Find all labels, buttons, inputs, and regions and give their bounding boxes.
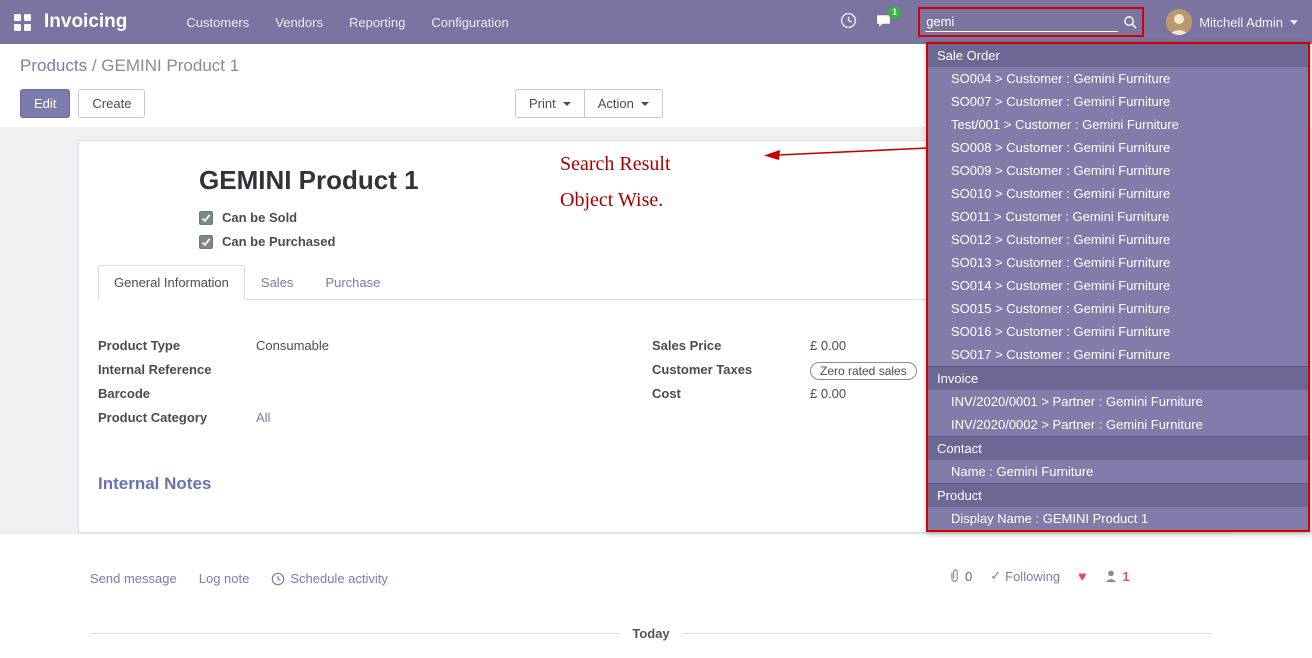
search-result-item[interactable]: Display Name : GEMINI Product 1 [928,507,1308,530]
user-menu[interactable]: Mitchell Admin [1166,9,1298,35]
messages-icon[interactable]: 1 [875,12,892,32]
following-toggle[interactable]: ✓ Following [990,568,1060,584]
customer-taxes-label: Customer Taxes [652,362,810,377]
menu-configuration[interactable]: Configuration [418,2,521,43]
annotation-text: Search Result Object Wise. [560,146,671,218]
search-group-invoice: Invoice [928,366,1308,390]
search-result-item[interactable]: SO015 > Customer : Gemini Furniture [928,297,1308,320]
product-type-value: Consumable [256,338,329,353]
search-result-item[interactable]: Test/001 > Customer : Gemini Furniture [928,113,1308,136]
search-group-product: Product [928,483,1308,507]
search-result-item[interactable]: INV/2020/0001 > Partner : Gemini Furnitu… [928,390,1308,413]
schedule-clock-icon [271,572,285,586]
app-brand[interactable]: Invoicing [44,11,127,33]
search-icon[interactable] [1123,15,1138,30]
user-avatar [1166,9,1192,35]
followers-count-button[interactable]: 1 [1104,569,1129,584]
sales-price-value: £ 0.00 [810,338,846,353]
cost-label: Cost [652,386,810,401]
activities-clock-icon[interactable] [840,12,857,32]
paperclip-icon [948,569,961,583]
search-group-sale-order: Sale Order [928,44,1308,67]
internal-reference-row: Internal Reference [98,362,652,381]
tab-purchase[interactable]: Purchase [309,265,396,300]
search-result-item[interactable]: SO008 > Customer : Gemini Furniture [928,136,1308,159]
search-input[interactable] [925,12,1118,32]
search-result-item[interactable]: SO017 > Customer : Gemini Furniture [928,343,1308,366]
heart-icon[interactable]: ♥ [1078,568,1086,584]
check-icon: ✓ [990,568,1001,584]
menu-vendors[interactable]: Vendors [262,2,336,43]
user-menu-caret-icon [1290,20,1298,25]
can-be-purchased-checkbox[interactable] [199,235,213,249]
attachments-button[interactable]: 0 [948,569,972,584]
send-message-link[interactable]: Send message [90,571,177,586]
barcode-label: Barcode [98,386,256,401]
search-result-item[interactable]: SO016 > Customer : Gemini Furniture [928,320,1308,343]
form-buttons: Edit Create [20,89,145,118]
action-button[interactable]: Action [584,89,663,118]
can-be-sold-label: Can be Sold [222,210,297,225]
create-button[interactable]: Create [78,89,145,118]
search-result-item[interactable]: SO009 > Customer : Gemini Furniture [928,159,1308,182]
action-caret-icon [641,102,649,106]
search-result-item[interactable]: SO007 > Customer : Gemini Furniture [928,90,1308,113]
search-result-item[interactable]: SO011 > Customer : Gemini Furniture [928,205,1308,228]
print-action-group: Print Action [515,89,663,118]
can-be-sold-checkbox[interactable] [199,211,213,225]
search-result-item[interactable]: SO004 > Customer : Gemini Furniture [928,67,1308,90]
edit-button[interactable]: Edit [20,89,70,118]
attachment-count: 0 [965,569,972,584]
product-category-row: Product Category All [98,410,652,429]
breadcrumb-separator: / [87,56,101,75]
product-type-label: Product Type [98,338,256,353]
today-label: Today [620,626,681,641]
customer-taxes-badge[interactable]: Zero rated sales [810,362,917,380]
schedule-activity-link[interactable]: Schedule activity [271,571,388,586]
menu-reporting[interactable]: Reporting [336,2,418,43]
chatter-actions: Send message Log note Schedule activity [90,571,388,586]
search-group-contact: Contact [928,436,1308,460]
product-type-row: Product Type Consumable [98,338,652,357]
global-search-box [918,7,1144,37]
print-button[interactable]: Print [515,89,585,118]
search-result-item[interactable]: SO010 > Customer : Gemini Furniture [928,182,1308,205]
annotation-line-2: Object Wise. [560,182,671,218]
search-results-dropdown: Sale Order SO004 > Customer : Gemini Fur… [926,42,1310,532]
chatter-followers: 0 ✓ Following ♥ 1 [948,568,1130,584]
sales-price-label: Sales Price [652,338,810,353]
log-note-link[interactable]: Log note [199,571,250,586]
left-field-column: Product Type Consumable Internal Referen… [98,338,652,434]
messages-count-badge: 1 [888,6,901,19]
tab-general-information[interactable]: General Information [98,265,245,300]
menu-customers[interactable]: Customers [173,2,262,43]
breadcrumb-current: GEMINI Product 1 [101,56,239,75]
main-menu: Customers Vendors Reporting Configuratio… [173,2,521,43]
search-result-item[interactable]: SO013 > Customer : Gemini Furniture [928,251,1308,274]
search-result-item[interactable]: SO012 > Customer : Gemini Furniture [928,228,1308,251]
print-caret-icon [563,102,571,106]
follower-count: 1 [1122,569,1129,584]
apps-menu-icon[interactable] [14,14,31,31]
breadcrumb-products[interactable]: Products [20,56,87,75]
breadcrumb: Products / GEMINI Product 1 [20,56,239,76]
top-navbar: Invoicing Customers Vendors Reporting Co… [0,0,1312,44]
today-divider: Today [90,626,1212,641]
navbar-right: 1 Mitchell Admin [840,7,1312,37]
cost-value: £ 0.00 [810,386,846,401]
page: Invoicing Customers Vendors Reporting Co… [0,0,1312,658]
person-icon [1104,569,1118,583]
search-result-item[interactable]: INV/2020/0002 > Partner : Gemini Furnitu… [928,413,1308,436]
can-be-purchased-label: Can be Purchased [222,234,335,249]
search-result-item[interactable]: Name : Gemini Furniture [928,460,1308,483]
annotation-line-1: Search Result [560,146,671,182]
product-category-label: Product Category [98,410,256,425]
annotation-arrow [758,140,933,164]
internal-reference-label: Internal Reference [98,362,256,377]
product-category-value[interactable]: All [256,410,270,425]
barcode-row: Barcode [98,386,652,405]
search-result-item[interactable]: SO014 > Customer : Gemini Furniture [928,274,1308,297]
user-name: Mitchell Admin [1199,15,1283,30]
tab-sales[interactable]: Sales [245,265,310,300]
